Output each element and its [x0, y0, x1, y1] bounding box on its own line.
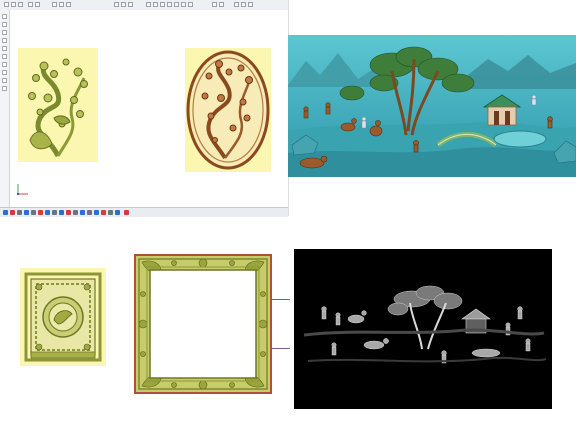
- plum-blossom-relief: [28, 58, 88, 158]
- drawing-canvas[interactable]: [10, 10, 288, 208]
- scale-tool-icon[interactable]: [31, 210, 36, 215]
- dimension-tool-icon[interactable]: [2, 70, 7, 75]
- trim-icon[interactable]: [181, 2, 186, 7]
- left-toolbar: [0, 10, 10, 208]
- view-icon[interactable]: [234, 2, 239, 7]
- cad-window: [0, 0, 289, 217]
- save-icon[interactable]: [18, 2, 23, 7]
- line-tool-icon[interactable]: [2, 14, 7, 19]
- rotate-tool-icon[interactable]: [24, 210, 29, 215]
- properties-icon[interactable]: [219, 2, 224, 7]
- plum-blossom-oval-panel[interactable]: [185, 48, 271, 172]
- render-icon[interactable]: [241, 2, 246, 7]
- mirror-tool-icon[interactable]: [38, 210, 43, 215]
- select-tool-icon[interactable]: [3, 210, 8, 215]
- redo-icon[interactable]: [35, 2, 40, 7]
- scale-icon[interactable]: [167, 2, 172, 7]
- hatch-tool-icon[interactable]: [2, 78, 7, 83]
- offset-tool-icon[interactable]: [52, 210, 57, 215]
- square-carved-panel[interactable]: [20, 268, 106, 366]
- ornate-frame-relief: [134, 254, 272, 394]
- extend-icon[interactable]: [188, 2, 193, 7]
- rect-tool-icon[interactable]: [2, 38, 7, 43]
- copy-tool-icon[interactable]: [17, 210, 22, 215]
- mirror-icon[interactable]: [160, 2, 165, 7]
- undo-icon[interactable]: [28, 2, 33, 7]
- select-icon[interactable]: [128, 2, 133, 7]
- plum-blossom-rect-panel[interactable]: [18, 48, 98, 162]
- cut-icon[interactable]: [52, 2, 57, 7]
- pan-icon[interactable]: [121, 2, 126, 7]
- connector-line: [272, 348, 290, 349]
- text-tool-icon[interactable]: [2, 62, 7, 67]
- fillet-tool-icon[interactable]: [73, 210, 78, 215]
- ucs-axis-icon: [17, 184, 28, 195]
- bottom-toolbar: [0, 207, 288, 217]
- spline-tool-icon[interactable]: [2, 54, 7, 59]
- square-ornament-relief: [24, 272, 102, 362]
- node-tool-icon[interactable]: [2, 86, 7, 91]
- connector-line: [272, 299, 290, 300]
- explode-tool-icon[interactable]: [101, 210, 106, 215]
- oval-blossom-relief: [186, 50, 270, 170]
- landscape-relief-grayscale-heightmap[interactable]: [294, 249, 552, 409]
- layer-icon[interactable]: [212, 2, 217, 7]
- chamfer-tool-icon[interactable]: [80, 210, 85, 215]
- close-icon[interactable]: [124, 210, 129, 215]
- landscape-relief-color-render[interactable]: [288, 35, 576, 177]
- move-tool-icon[interactable]: [10, 210, 15, 215]
- new-icon[interactable]: [4, 2, 9, 7]
- open-icon[interactable]: [11, 2, 16, 7]
- ornate-frame-panel[interactable]: [134, 254, 272, 394]
- move-icon[interactable]: [146, 2, 151, 7]
- arc-tool-icon[interactable]: [2, 22, 7, 27]
- join-tool-icon[interactable]: [94, 210, 99, 215]
- break-tool-icon[interactable]: [87, 210, 92, 215]
- circle-tool-icon[interactable]: [2, 30, 7, 35]
- settings-icon[interactable]: [248, 2, 253, 7]
- rotate-icon[interactable]: [153, 2, 158, 7]
- layers-tool-icon[interactable]: [115, 210, 120, 215]
- zoom-icon[interactable]: [114, 2, 119, 7]
- trim-tool-icon[interactable]: [59, 210, 64, 215]
- copy-icon[interactable]: [59, 2, 64, 7]
- measure-tool-icon[interactable]: [108, 210, 113, 215]
- paste-icon[interactable]: [66, 2, 71, 7]
- extend-tool-icon[interactable]: [66, 210, 71, 215]
- array-tool-icon[interactable]: [45, 210, 50, 215]
- polygon-tool-icon[interactable]: [2, 46, 7, 51]
- fillet-icon[interactable]: [174, 2, 179, 7]
